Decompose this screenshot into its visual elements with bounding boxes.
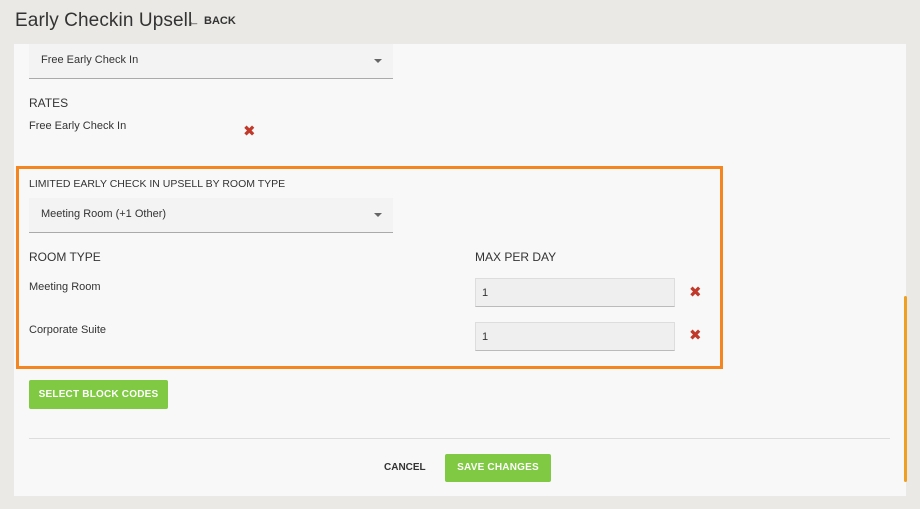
page-title: Early Checkin Upsell [15,10,193,31]
back-link[interactable]: ← BACK [187,13,236,29]
room-type-select-value: Meeting Room (+1 Other) [41,208,167,220]
room-type-label: Meeting Room [29,281,101,293]
rate-item-label: Free Early Check In [29,120,127,132]
upsell-select[interactable]: Free Early Check In [29,44,393,79]
room-type-column-header: ROOM TYPE [29,250,101,264]
back-arrow-icon: ← [187,13,200,29]
cancel-button[interactable]: CANCEL [384,462,426,473]
chevron-down-icon [374,59,382,63]
room-type-label: Corporate Suite [29,324,107,336]
remove-rate-icon[interactable]: ✖ [243,124,256,139]
save-changes-button[interactable]: SAVE CHANGES [445,454,551,482]
divider [29,438,890,439]
max-per-day-input[interactable]: 1 [475,322,675,351]
scrollbar[interactable] [904,296,907,482]
limited-upsell-heading: LIMITED EARLY CHECK IN UPSELL BY ROOM TY… [29,178,286,190]
rates-heading: RATES [29,96,69,110]
room-type-select[interactable]: Meeting Room (+1 Other) [29,198,393,233]
select-block-codes-button[interactable]: SELECT BLOCK CODES [29,380,168,409]
max-per-day-input[interactable]: 1 [475,278,675,307]
max-per-day-column-header: MAX PER DAY [475,250,557,264]
upsell-select-value: Free Early Check In [41,54,139,66]
remove-room-icon[interactable]: ✖ [689,328,702,343]
chevron-down-icon [374,213,382,217]
remove-room-icon[interactable]: ✖ [689,285,702,300]
top-bar: Early Checkin Upsell ← BACK [0,0,920,44]
back-label: BACK [204,15,236,27]
